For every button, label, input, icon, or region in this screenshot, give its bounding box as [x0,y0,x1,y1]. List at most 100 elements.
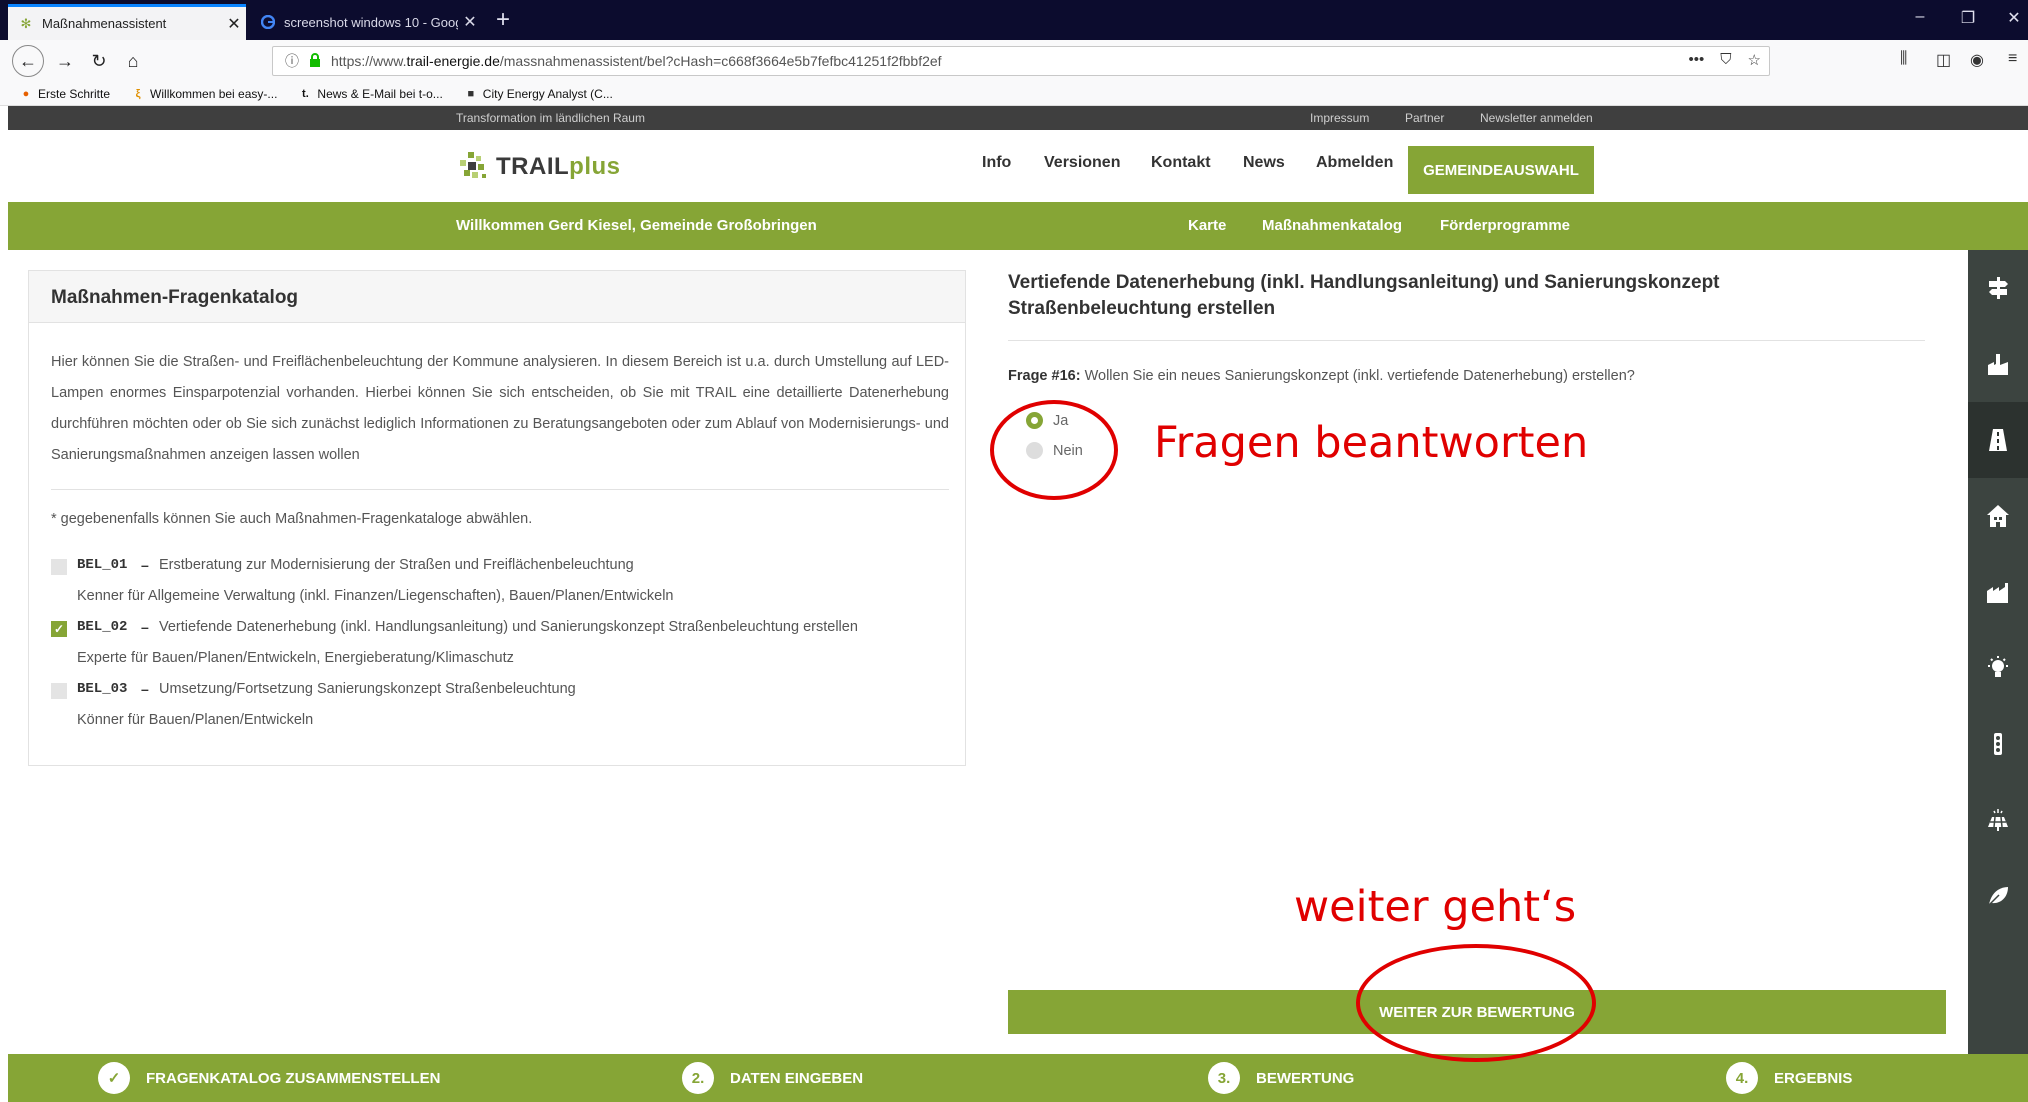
signpost-icon[interactable] [1968,250,2028,326]
factory-icon[interactable] [1968,326,2028,402]
new-tab-icon[interactable]: + [488,6,518,34]
lightbulb-icon[interactable] [1968,630,2028,706]
site-header: TRAILplus Info Versionen Kontakt News Ab… [8,130,2028,202]
step-check-icon: ✓ [98,1062,130,1094]
nav-versionen[interactable]: Versionen [1044,154,1120,172]
nav-info[interactable]: Info [982,154,1011,172]
bookmark-label: Willkommen bei easy-... [150,86,278,101]
minimize-icon[interactable]: – [1900,8,1940,26]
info-icon[interactable]: ⓘ [285,51,299,71]
link-impressum[interactable]: Impressum [1310,111,1369,125]
logo-word: TRAIL [496,153,570,180]
window-close-icon[interactable]: ✕ [1994,8,2028,28]
item-sub: Kenner für Allgemeine Verwaltung (inkl. … [77,588,674,604]
account-icon[interactable]: ◉ [1970,50,1984,70]
nav-news[interactable]: News [1243,154,1285,172]
step-ergebnis[interactable]: 4. ERGEBNIS [1726,1062,1852,1094]
logo-text: TRAILplus [496,153,621,181]
step-number: 3. [1208,1062,1240,1094]
item-sub: Könner für Bauen/Planen/Entwickeln [77,712,314,728]
checkbox-checked[interactable]: ✓ [51,621,67,637]
catalog-panel: Maßnahmen-Fragenkatalog Hier können Sie … [28,270,966,766]
item-dash: – [141,619,149,635]
trail-logo-icon [460,152,486,178]
url-actions: ••• ⛉ ☆ [1689,51,1761,69]
bookmark-label: Erste Schritte [38,86,111,101]
t-online-icon: t. [302,87,309,100]
leaf-icon[interactable] [1968,858,2028,934]
step-label: FRAGENKATALOG ZUSAMMENSTELLEN [146,1069,441,1087]
road-icon[interactable] [1968,402,2028,478]
link-massnahmenkatalog[interactable]: Maßnahmenkatalog [1262,217,1402,234]
checkbox[interactable] [51,683,67,699]
welcome-text: Willkommen Gerd Kiesel, Gemeinde Großobr… [456,217,817,234]
tab-title: Maßnahmenassistent [42,16,167,31]
bookmark-erste-schritte[interactable]: ● Erste Schritte [20,87,110,101]
item-code: BEL_01 [77,557,128,573]
url-prefix: https://www. [331,53,407,69]
bookmark-star-icon[interactable]: ☆ [1748,51,1761,69]
forward-arrow-icon[interactable]: → [52,48,78,74]
bookmark-city-energy[interactable]: ■ City Energy Analyst (C... [465,86,613,101]
step-number: 4. [1726,1062,1758,1094]
tagline: Transformation im ländlichen Raum [456,111,645,125]
trailplus-logo[interactable]: TRAILplus [456,150,621,184]
nav-kontakt[interactable]: Kontakt [1151,154,1211,172]
annotation-circle-radio [990,400,1118,500]
reload-icon[interactable]: ↻ [86,48,112,74]
check-icon: ✓ [53,622,65,636]
step-daten-eingeben[interactable]: 2. DATEN EINGEBEN [682,1062,863,1094]
checkbox[interactable] [51,559,67,575]
easy-icon: ξ [135,87,141,100]
tab-google-search[interactable]: screenshot windows 10 - Goog ✕ [250,4,482,40]
traffic-light-icon[interactable] [1968,706,2028,782]
step-label: DATEN EINGEBEN [730,1069,864,1087]
menu-icon[interactable]: ≡ [2008,50,2017,68]
category-sidebar [1968,250,2028,1060]
close-icon[interactable]: ✕ [222,14,246,34]
link-partner[interactable]: Partner [1405,111,1444,125]
item-sub: Experte für Bauen/Planen/Entwickeln, Ene… [77,650,514,666]
item-dash: – [141,681,149,697]
pocket-icon[interactable]: ⛉ [1720,51,1731,69]
logo-plus: plus [569,153,621,180]
link-foerderprogramme[interactable]: Förderprogramme [1440,217,1570,234]
sidebar-toggle-icon[interactable]: ◫ [1936,50,1951,70]
item-title: Erstberatung zur Modernisierung der Stra… [159,557,634,573]
step-bewertung[interactable]: 3. BEWERTUNG [1208,1062,1354,1094]
trail-favicon-icon: ✻ [20,15,32,31]
bookmark-label: City Energy Analyst (C... [482,86,613,101]
house-icon[interactable] [1968,478,2028,554]
question-label: Frage #16: [1008,368,1081,384]
nav-abmelden[interactable]: Abmelden [1316,154,1393,172]
restore-icon[interactable]: ❐ [1948,8,1988,28]
catalog-intro: Hier können Sie die Straßen- und Freiflä… [51,354,949,463]
tab-massnahmenassistent[interactable]: ✻ Maßnahmenassistent ✕ [8,4,246,40]
library-icon[interactable]: ⫼ [1900,50,1907,68]
industry-icon[interactable] [1968,554,2028,630]
tab-title: screenshot windows 10 - Goog [284,14,458,30]
catalog-note: * gegebenenfalls können Sie auch Maßnahm… [51,511,533,527]
cube-icon: ■ [467,87,475,100]
browser-nav-bar: ← → ↻ ⌂ ⓘ https://www.trail-energie.de/m… [0,40,2028,82]
item-code: BEL_03 [77,681,128,697]
bookmark-easy[interactable]: ξ Willkommen bei easy-... [132,86,278,101]
bookmarks-toolbar: ● Erste Schritte ξ Willkommen bei easy-...… [0,82,2028,106]
user-bar: Willkommen Gerd Kiesel, Gemeinde Großobr… [8,202,2028,250]
home-icon[interactable]: ⌂ [120,48,146,74]
close-icon[interactable]: ✕ [458,12,482,32]
link-newsletter[interactable]: Newsletter anmelden [1480,111,1593,125]
step-fragenkatalog[interactable]: ✓ FRAGENKATALOG ZUSAMMENSTELLEN [98,1062,440,1094]
browser-tab-bar: ✻ Maßnahmenassistent ✕ screenshot window… [0,0,2028,40]
bookmark-t-online[interactable]: t. News & E-Mail bei t-o... [299,87,443,101]
gemeindeauswahl-button[interactable]: GEMEINDEAUSWAHL [1408,146,1594,194]
step-number: 2. [682,1062,714,1094]
question-body: Wollen Sie ein neues Sanierungskonzept (… [1080,368,1635,384]
item-title: Umsetzung/Fortsetzung Sanierungskonzept … [159,681,576,697]
page-actions-icon[interactable]: ••• [1689,51,1705,69]
solar-panel-icon[interactable] [1968,782,2028,858]
link-karte[interactable]: Karte [1188,217,1226,234]
lock-icon [309,52,321,70]
back-arrow-icon[interactable]: ← [12,45,44,77]
address-bar[interactable]: ⓘ https://www.trail-energie.de/massnahme… [272,46,1770,76]
